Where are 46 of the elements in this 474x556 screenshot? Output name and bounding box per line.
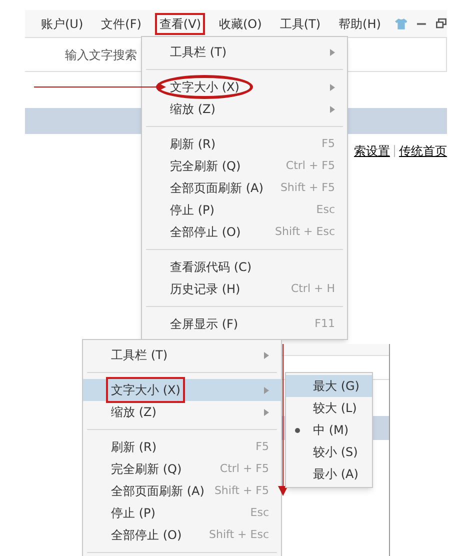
menu-bar-item[interactable]: 工具(T) [276, 12, 325, 34]
menu-bar-item[interactable]: 文件(F) [97, 12, 146, 34]
shortcut-label: F5 [256, 438, 269, 455]
shortcut-label: Ctrl + F5 [286, 158, 335, 174]
menu-item[interactable]: 刷新 (R) F5 [83, 436, 281, 458]
menu-item[interactable]: 全部页面刷新 (A) Shift + F5 [83, 480, 281, 502]
menu-item[interactable]: 刷新 (R) F5 [142, 133, 347, 155]
menu-item[interactable]: 全屏显示 (F) F11 [142, 313, 347, 335]
shortcut-label: Ctrl + F5 [220, 460, 269, 477]
menu-item[interactable]: 全部停止 (O) Shift + Esc [142, 221, 347, 243]
shortcut-label: Shift + F5 [280, 180, 335, 196]
menu-item[interactable]: 查看源代码 (C) [142, 256, 347, 278]
shortcut-label: Shift + Esc [275, 224, 335, 240]
submenu-item[interactable]: 最小 (A) [286, 463, 372, 485]
menu-item[interactable]: 缩放 (Z) [83, 401, 281, 423]
shortcut-label: F5 [322, 136, 335, 152]
submenu-item[interactable]: 中 (M) [286, 419, 372, 441]
shortcut-label: Shift + F5 [214, 482, 269, 499]
link[interactable]: 传统首页 [399, 142, 447, 160]
menu-bar-item[interactable]: 帮助(H) [334, 12, 385, 34]
shortcut-label: Esc [250, 504, 269, 521]
shortcut-label: F11 [314, 316, 335, 332]
menu-item[interactable]: 历史记录 (H) Ctrl + H [142, 278, 347, 300]
restore-icon[interactable] [436, 18, 448, 29]
submenu-item[interactable]: 较大 (L) [286, 397, 372, 419]
link[interactable]: 索设置 [354, 142, 390, 160]
menu-item[interactable]: 全部停止 (O) Shift + Esc [83, 524, 281, 546]
shortcut-label: Esc [316, 202, 335, 218]
menu-bar-item[interactable]: 查看(V) [155, 12, 205, 34]
menu-item[interactable]: 完全刷新 (Q) Ctrl + F5 [83, 458, 281, 480]
menu-item[interactable]: 文字大小 (X) [142, 76, 347, 98]
submenu-item[interactable]: 较小 (S) [286, 441, 372, 463]
menu-item[interactable]: 工具栏 (T) [83, 344, 281, 366]
menu-item[interactable]: 工具栏 (T) [142, 41, 347, 63]
menu-item[interactable]: 停止 (P) Esc [142, 199, 347, 221]
menu-bar-item[interactable]: 收藏(O) [215, 12, 266, 34]
menu-bar-item[interactable]: 账户(U) [37, 12, 88, 34]
menu-item[interactable]: 全部页面刷新 (A) Shift + F5 [142, 177, 347, 199]
menu-item[interactable]: 停止 (P) Esc [83, 502, 281, 524]
shortcut-label: Ctrl + H [290, 280, 335, 297]
menu-item[interactable]: 完全刷新 (Q) Ctrl + F5 [142, 155, 347, 177]
shortcut-label: Shift + Esc [209, 526, 269, 543]
minimize-icon[interactable] [417, 22, 426, 24]
menu-item[interactable]: 缩放 (Z) [142, 98, 347, 120]
submenu-item[interactable]: 最大 (G) [286, 375, 372, 397]
menu-item[interactable]: 文字大小 (X) [83, 379, 281, 401]
